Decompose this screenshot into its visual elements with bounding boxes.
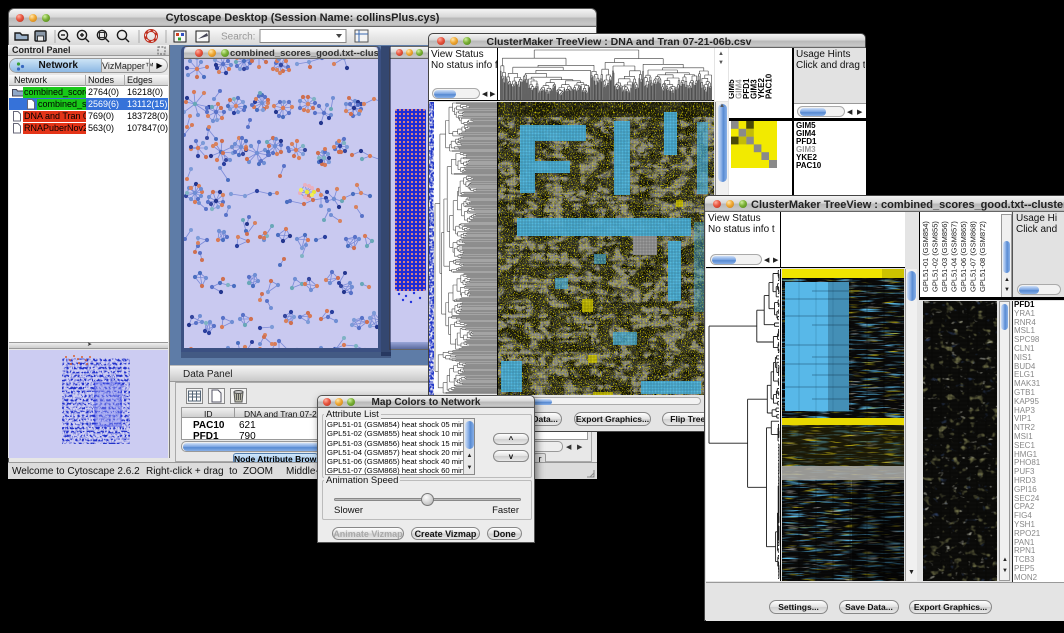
svg-text:GPL51-07 (GSM868): GPL51-07 (GSM868)	[969, 221, 978, 292]
svg-text:PAC10: PAC10	[765, 73, 774, 99]
svg-text:GPL51-02 (GSM855): GPL51-02 (GSM855)	[931, 221, 940, 292]
svg-text:GPL51-03 (GSM856): GPL51-03 (GSM856)	[940, 221, 949, 292]
svg-text:GPL51-04 (GSM857): GPL51-04 (GSM857)	[950, 221, 959, 292]
svg-text:GPL51-06 (GSM865): GPL51-06 (GSM865)	[959, 221, 968, 292]
svg-text:GPL51-08 (GSM872): GPL51-08 (GSM872)	[978, 221, 987, 292]
svg-text:GPL51-01 (GSM854): GPL51-01 (GSM854)	[921, 221, 930, 292]
svg-text:Search:: Search:	[221, 32, 255, 43]
